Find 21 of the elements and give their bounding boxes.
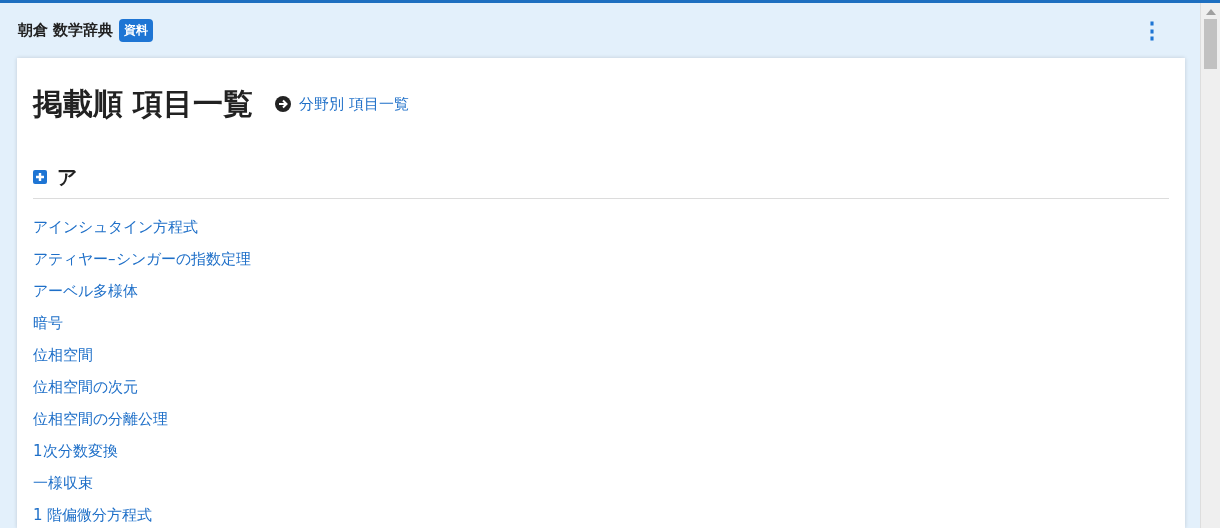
entry-link[interactable]: 1 階偏微分方程式	[33, 505, 153, 525]
category-badge: 資料	[119, 19, 154, 42]
scrollbar[interactable]	[1200, 3, 1220, 528]
entry-link[interactable]: 位相空間	[33, 345, 93, 365]
entry-link[interactable]: 位相空間の次元	[33, 377, 138, 397]
entry-link[interactable]: アティヤー–シンガーの指数定理	[33, 249, 251, 269]
entry-link[interactable]: 一様収束	[33, 473, 93, 493]
entry-link[interactable]: アインシュタイン方程式	[33, 217, 198, 237]
section-heading: ア	[57, 163, 77, 191]
app-title: 朝倉 数学辞典	[18, 21, 114, 40]
page-heading: 掲載順 項目一覧	[33, 84, 254, 123]
entry-link[interactable]: 位相空間の分離公理	[33, 409, 168, 429]
category-list-link[interactable]: 分野別 項目一覧	[299, 94, 410, 114]
scroll-up-icon[interactable]	[1205, 9, 1216, 15]
entry-link[interactable]: アーベル多様体	[33, 281, 138, 301]
entry-link[interactable]: 1次分数変換	[33, 441, 118, 461]
arrow-circle-icon	[275, 96, 292, 112]
entry-link[interactable]: 暗号	[33, 313, 63, 333]
menu-button[interactable]: ⋮	[1137, 19, 1167, 42]
scroll-thumb[interactable]	[1204, 19, 1217, 69]
plus-icon[interactable]	[33, 170, 47, 184]
